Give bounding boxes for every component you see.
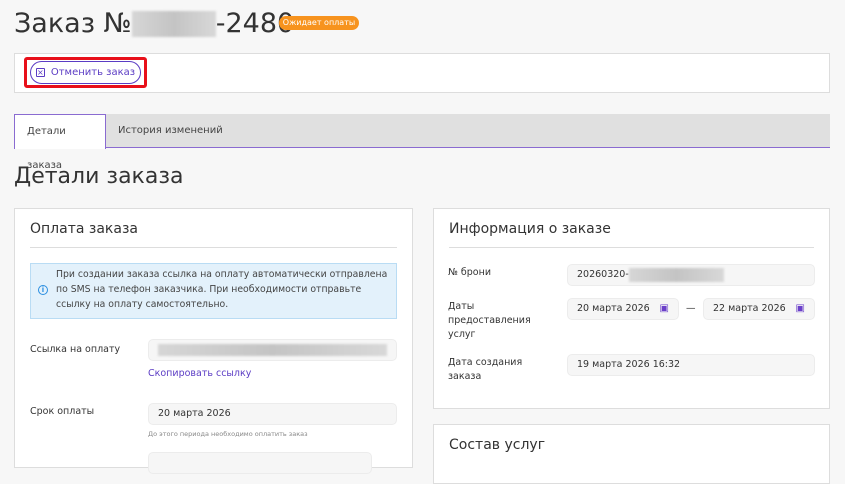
created-date-label: Дата создания заказа	[448, 357, 523, 382]
info-icon: i	[38, 285, 48, 295]
payment-card: Оплата заказа	[14, 208, 413, 468]
created-date-value: 19 марта 2026 16:32	[577, 359, 681, 370]
calendar-icon[interactable]: ▣	[796, 299, 805, 319]
services-title: Состав услуг	[449, 437, 546, 453]
date-to-value: 22 марта 2026	[713, 303, 786, 314]
cancel-order-label: Отменить заказ	[50, 67, 136, 78]
payment-deadline-field[interactable]: 20 марта 2026	[148, 403, 397, 425]
payment-card-title: Оплата заказа	[30, 221, 138, 237]
title-prefix: Заказ №	[14, 8, 132, 39]
divider	[30, 247, 397, 248]
calendar-icon[interactable]: ▣	[660, 299, 669, 319]
created-date-field: 19 марта 2026 16:32	[567, 354, 815, 376]
payment-deadline-value: 20 марта 2026	[158, 408, 231, 419]
service-dates-label: Даты предоставления услуг	[448, 301, 531, 340]
redacted-order-number	[131, 10, 216, 37]
tabs-bar: Детали заказа История изменений	[14, 114, 830, 171]
date-separator: —	[686, 303, 696, 314]
order-info-title: Информация о заказе	[449, 221, 611, 237]
cancel-order-button[interactable]: × Отменить заказ	[30, 61, 141, 84]
services-card: Состав услуг	[433, 424, 830, 484]
copy-link-button[interactable]: Скопировать ссылку	[148, 368, 251, 379]
additional-field[interactable]	[148, 452, 372, 474]
booking-field[interactable]: 20260320-	[567, 264, 815, 286]
divider	[449, 247, 814, 248]
payment-link-field[interactable]	[148, 339, 397, 361]
tab-order-details[interactable]: Детали заказа	[14, 114, 106, 171]
payment-link-label: Ссылка на оплату	[30, 344, 121, 355]
payment-deadline-hint: До этого периода необходимо оплатить зак…	[148, 430, 308, 438]
date-from-field[interactable]: 20 марта 2026 ▣	[567, 298, 679, 320]
date-from-value: 20 марта 2026	[577, 303, 650, 314]
booking-label: № брони	[448, 267, 491, 278]
date-to-field[interactable]: 22 марта 2026 ▣	[703, 298, 815, 320]
tab-change-history[interactable]: История изменений	[106, 114, 235, 148]
section-title: Детали заказа	[14, 164, 184, 189]
page-title: Заказ № -2480	[14, 8, 294, 39]
booking-value: 20260320-	[577, 269, 629, 280]
info-notice: i При создании заказа ссылка на оплату а…	[30, 263, 397, 319]
status-badge: Ожидает оплаты	[279, 16, 359, 30]
info-text: При создании заказа ссылка на оплату авт…	[56, 269, 388, 310]
close-icon: ×	[35, 68, 45, 77]
payment-deadline-label: Срок оплаты	[30, 406, 95, 417]
